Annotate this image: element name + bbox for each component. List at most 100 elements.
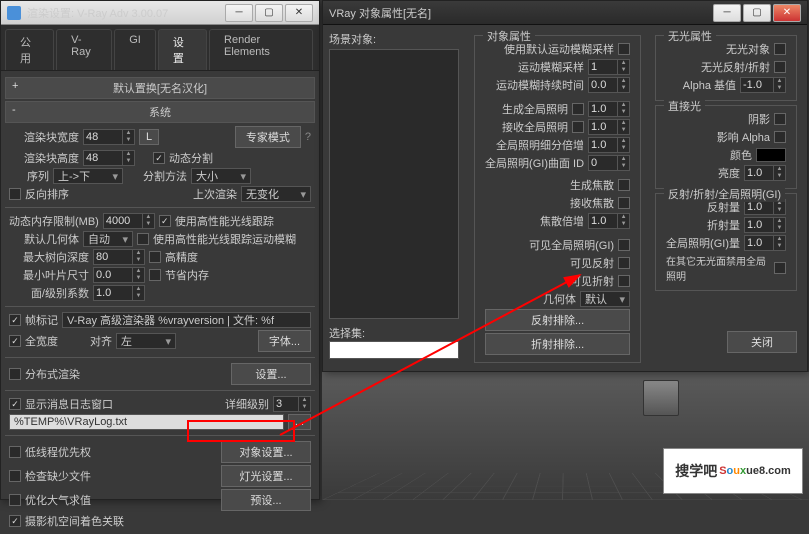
vis-refr-checkbox[interactable] xyxy=(618,275,630,287)
save-mem-checkbox[interactable] xyxy=(149,269,161,281)
last-render-dropdown[interactable]: 无变化 xyxy=(241,186,311,202)
rollout-system[interactable]: -系统 xyxy=(5,101,315,123)
distributed-checkbox[interactable] xyxy=(9,368,21,380)
light-settings-button[interactable]: 灯光设置... xyxy=(221,465,311,487)
use-hq-checkbox[interactable] xyxy=(159,215,171,227)
selection-set-dropdown[interactable] xyxy=(329,341,459,359)
gi-subdiv-spinner[interactable]: ▲▼ xyxy=(588,137,630,153)
label: 优化大气求值 xyxy=(25,492,91,508)
object-settings-button[interactable]: 对象设置... xyxy=(221,441,311,463)
color-swatch[interactable] xyxy=(756,148,786,162)
minimize-button[interactable]: ─ xyxy=(225,4,253,22)
high-prec-checkbox[interactable] xyxy=(149,251,161,263)
def-geom-dropdown[interactable]: 自动 xyxy=(83,231,133,247)
label: 详细级别 xyxy=(225,396,269,412)
max-tree-spinner[interactable]: ▲▼ xyxy=(93,249,145,265)
titlebar[interactable]: 渲染设置: V-Ray Adv 3.00.07 ─ ▢ ✕ xyxy=(1,1,319,25)
block-height-spinner[interactable]: ▲▼ xyxy=(83,150,135,166)
group-title: 直接光 xyxy=(664,98,705,114)
caustic-mult-spinner[interactable]: ▲▼ xyxy=(588,213,630,229)
alpha-spinner[interactable]: ▲▼ xyxy=(740,77,786,93)
dyn-mem-spinner[interactable]: ▲▼ xyxy=(103,213,155,229)
matte-rr-checkbox[interactable] xyxy=(774,61,786,73)
recv-gi-checkbox[interactable] xyxy=(572,121,584,133)
disable-gi-checkbox[interactable] xyxy=(774,262,786,274)
check-missing-checkbox[interactable] xyxy=(9,470,21,482)
geom-dropdown[interactable]: 默认 xyxy=(580,291,630,307)
vis-gi-checkbox[interactable] xyxy=(618,239,630,251)
label: 对齐 xyxy=(62,333,112,349)
gen-caustics-checkbox[interactable] xyxy=(618,179,630,191)
label: 场景对象: xyxy=(329,31,464,47)
min-leaf-spinner[interactable]: ▲▼ xyxy=(93,267,145,283)
vis-refl-checkbox[interactable] xyxy=(618,257,630,269)
mb-samples-spinner[interactable]: ▲▼ xyxy=(588,59,630,75)
close-button[interactable]: ✕ xyxy=(285,4,313,22)
matte-obj-checkbox[interactable] xyxy=(774,43,786,55)
label: 节省内存 xyxy=(165,267,209,283)
use-hq-mb-checkbox[interactable] xyxy=(137,233,149,245)
scene-objects-list[interactable] xyxy=(329,49,459,319)
presets-button[interactable]: 预设... xyxy=(221,489,311,511)
tab-render-elements[interactable]: Render Elements xyxy=(209,29,313,70)
opt-atmos-checkbox[interactable] xyxy=(9,494,21,506)
tab-gi[interactable]: GI xyxy=(114,29,156,70)
cam-space-checkbox[interactable] xyxy=(9,515,21,527)
sequence-dropdown[interactable]: 上->下 xyxy=(53,168,123,184)
refr-exclude-button[interactable]: 折射排除... xyxy=(485,333,630,355)
font-button[interactable]: 字体... xyxy=(258,330,311,352)
gen-gi-spinner[interactable]: ▲▼ xyxy=(588,101,630,117)
label: 序列 xyxy=(9,168,49,184)
gi-amt-spinner[interactable]: ▲▼ xyxy=(744,235,786,251)
label: 检查缺少文件 xyxy=(25,468,91,484)
bright-spinner[interactable]: ▲▼ xyxy=(744,165,786,181)
app-icon xyxy=(7,6,21,20)
maximize-button[interactable]: ▢ xyxy=(743,4,771,22)
close-button[interactable]: ✕ xyxy=(773,4,801,22)
l-button[interactable]: L xyxy=(139,129,159,145)
dynamic-split-checkbox[interactable] xyxy=(153,152,165,164)
refr-amt-spinner[interactable]: ▲▼ xyxy=(744,217,786,233)
tab-common[interactable]: 公用 xyxy=(5,29,54,70)
use-def-mb-checkbox[interactable] xyxy=(618,43,630,55)
recv-caustics-checkbox[interactable] xyxy=(618,197,630,209)
tab-settings[interactable]: 设置 xyxy=(158,29,207,70)
block-width-spinner[interactable]: ▲▼ xyxy=(83,129,135,145)
mb-dur-spinner[interactable]: ▲▼ xyxy=(588,77,630,93)
rollout-displacement[interactable]: +默认置换[无名汉化] xyxy=(5,77,315,99)
affect-alpha-checkbox[interactable] xyxy=(774,131,786,143)
group-title: 对象属性 xyxy=(483,28,535,44)
dist-settings-button[interactable]: 设置... xyxy=(231,363,311,385)
gi-id-spinner[interactable]: ▲▼ xyxy=(588,155,630,171)
viewcube[interactable] xyxy=(643,380,679,416)
maximize-button[interactable]: ▢ xyxy=(255,4,283,22)
minimize-button[interactable]: ─ xyxy=(713,4,741,22)
label: 使用高性能光线跟踪 xyxy=(175,213,274,229)
expert-mode-button[interactable]: 专家模式 xyxy=(235,126,301,148)
full-width-checkbox[interactable] xyxy=(9,335,21,347)
show-log-checkbox[interactable] xyxy=(9,398,21,410)
recv-gi-spinner[interactable]: ▲▼ xyxy=(588,119,630,135)
close-dialog-button[interactable]: 关闭 xyxy=(727,331,797,353)
label: 选择集: xyxy=(329,325,464,341)
verbose-spinner[interactable]: ▲▼ xyxy=(273,396,311,412)
label: 上次渲染 xyxy=(193,186,237,202)
label: 高精度 xyxy=(165,249,198,265)
tab-vray[interactable]: V-Ray xyxy=(56,29,112,70)
refl-exclude-button[interactable]: 反射排除... xyxy=(485,309,630,331)
align-dropdown[interactable]: 左 xyxy=(116,333,176,349)
div-method-dropdown[interactable]: 大小 xyxy=(191,168,251,184)
log-path-input[interactable] xyxy=(9,414,284,430)
titlebar[interactable]: VRay 对象属性[无名] ─ ▢ ✕ xyxy=(323,1,807,25)
face-lvl-spinner[interactable]: ▲▼ xyxy=(93,285,145,301)
tab-bar: 公用 V-Ray GI 设置 Render Elements xyxy=(1,25,319,71)
browse-button[interactable]: ... xyxy=(288,414,311,430)
reverse-checkbox[interactable] xyxy=(9,188,21,200)
frame-stamp-checkbox[interactable] xyxy=(9,314,21,326)
gen-gi-checkbox[interactable] xyxy=(572,103,584,115)
frame-stamp-input[interactable] xyxy=(62,312,311,328)
label: 动态分割 xyxy=(169,150,213,166)
label: 帧标记 xyxy=(25,312,58,328)
low-priority-checkbox[interactable] xyxy=(9,446,21,458)
shadow-checkbox[interactable] xyxy=(774,113,786,125)
